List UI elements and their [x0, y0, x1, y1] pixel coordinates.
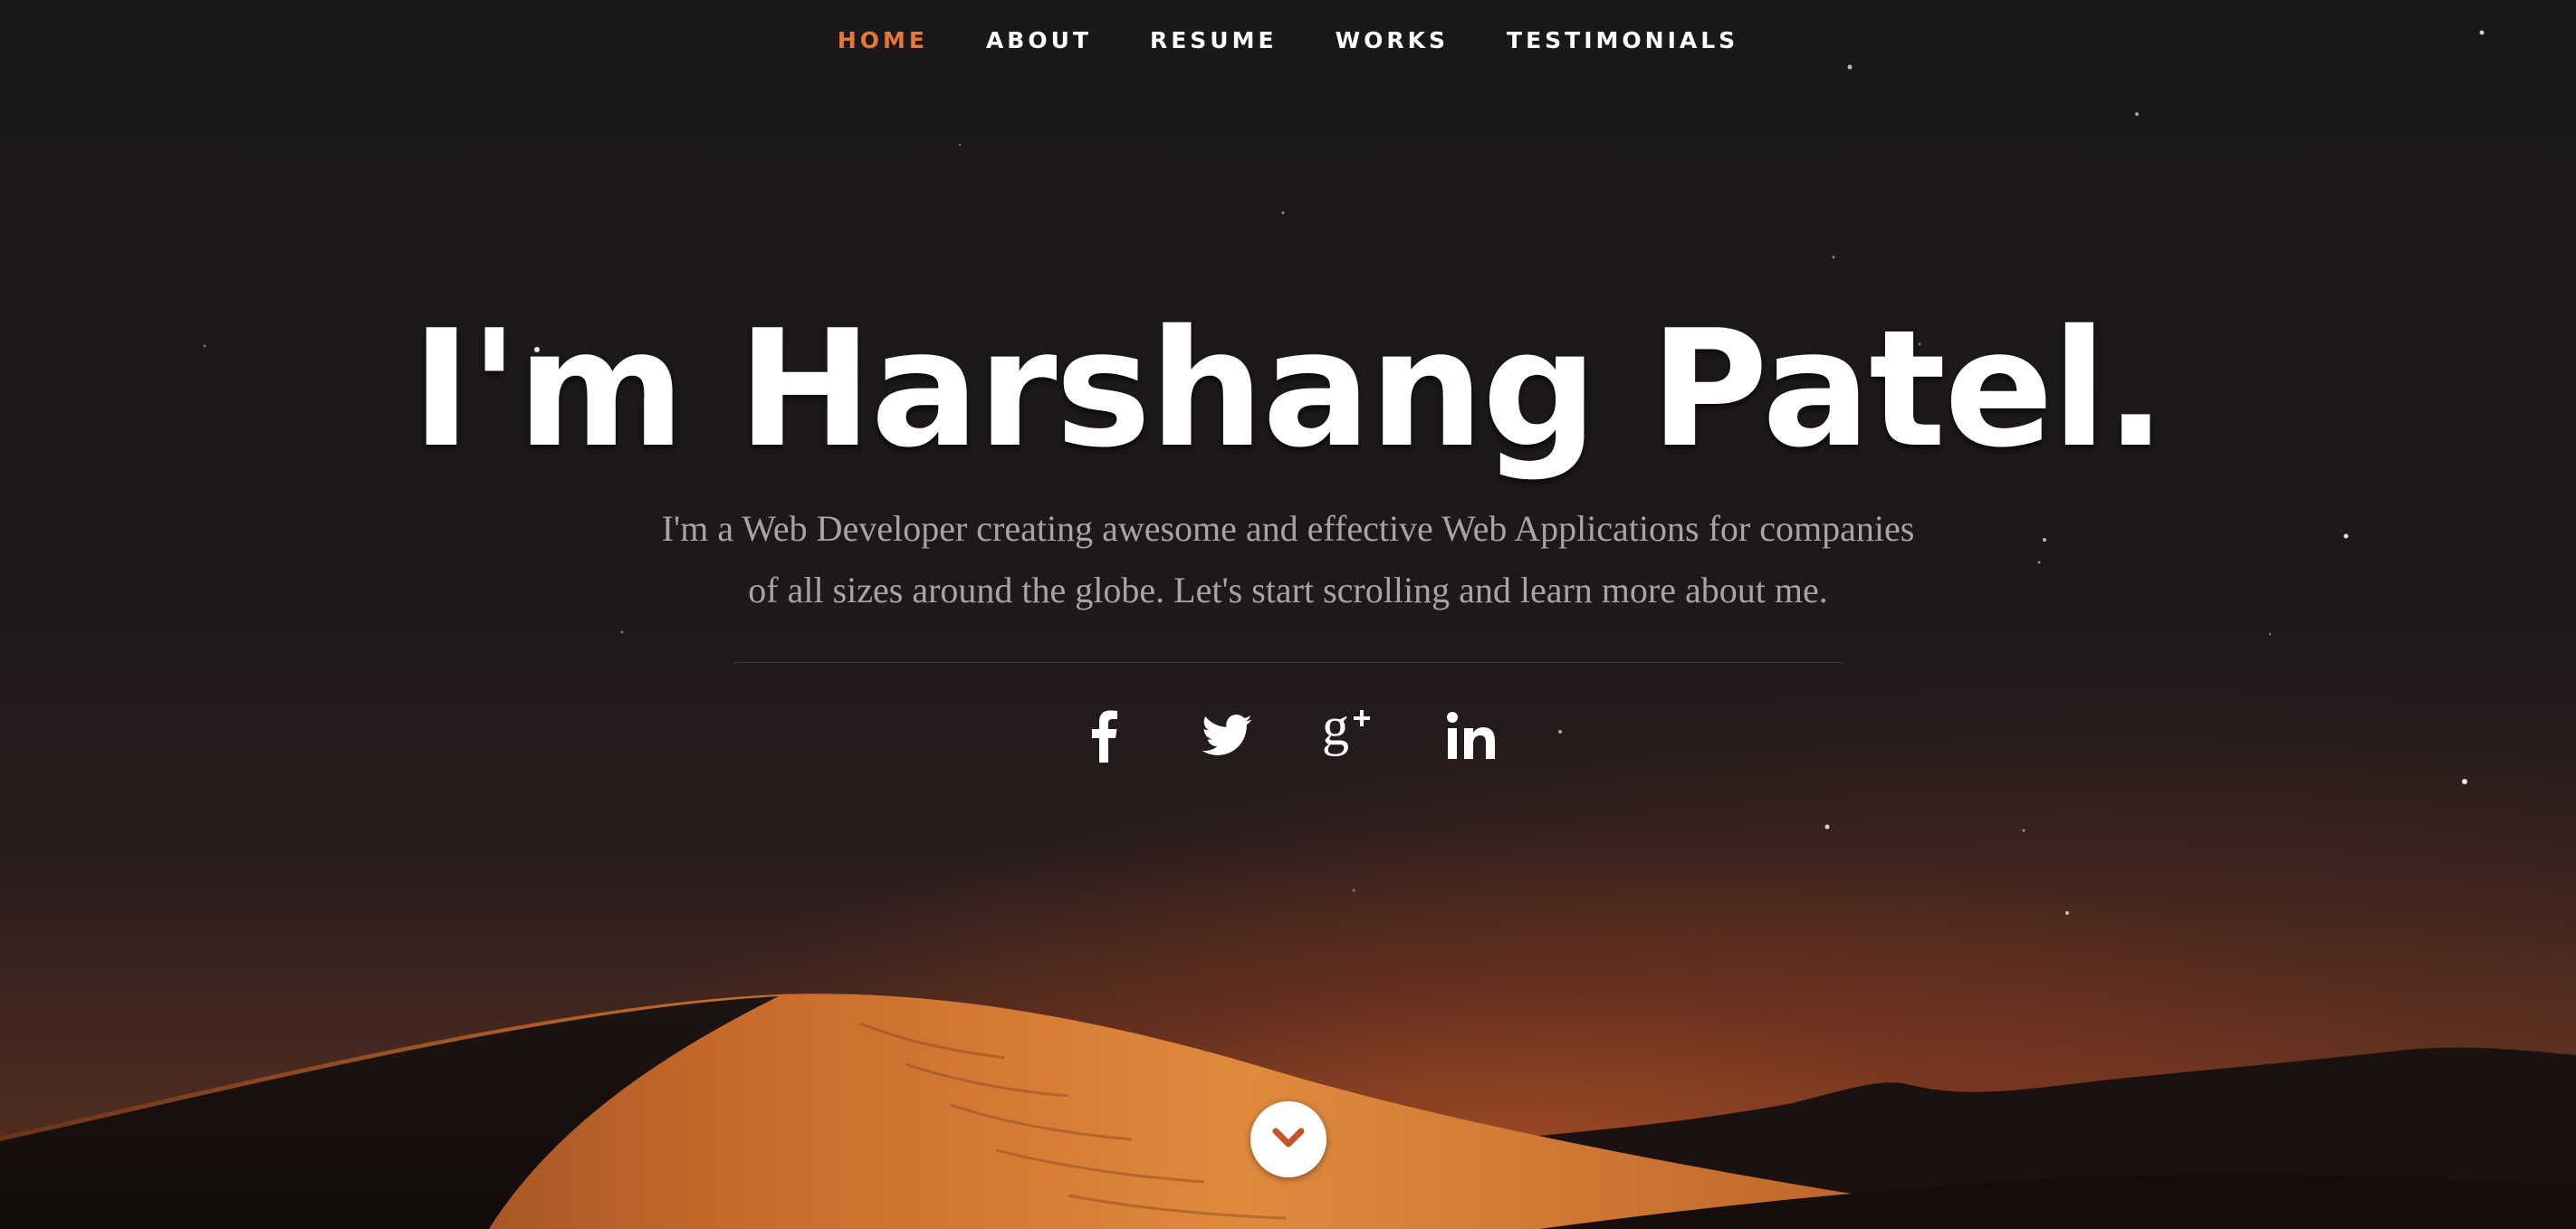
hero-section: HOME ABOUT RESUME WORKS TESTIMONIALS I'm… — [0, 0, 2576, 1229]
nav-resume-link[interactable]: RESUME — [1150, 27, 1278, 55]
linkedin-link[interactable] — [1444, 704, 1499, 767]
linkedin-icon — [1446, 710, 1497, 761]
google-plus-link[interactable]: g — [1322, 704, 1376, 767]
svg-text:g: g — [1322, 706, 1349, 756]
twitter-link[interactable] — [1200, 704, 1254, 767]
facebook-icon — [1091, 708, 1118, 763]
page-headline: I'm Harshang Patel. — [411, 295, 2166, 483]
main-navigation: HOME ABOUT RESUME WORKS TESTIMONIALS — [0, 0, 2576, 82]
scroll-down-button[interactable] — [1250, 1101, 1326, 1177]
nav-about-link[interactable]: ABOUT — [986, 27, 1092, 55]
nav-works-link[interactable]: WORKS — [1336, 27, 1449, 55]
divider — [733, 662, 1843, 663]
banner: I'm Harshang Patel. I'm a Web Developer … — [0, 299, 2576, 767]
twitter-icon — [1202, 715, 1252, 756]
nav-home-link[interactable]: HOME — [838, 27, 928, 55]
nav-testimonials-link[interactable]: TESTIMONIALS — [1507, 27, 1738, 55]
intro-text: I'm a Web Developer creating awesome and… — [661, 508, 1915, 610]
google-plus-icon: g — [1322, 706, 1376, 764]
chevron-down-icon — [1272, 1127, 1305, 1153]
social-links: g — [0, 704, 2576, 767]
facebook-link[interactable] — [1077, 704, 1132, 767]
